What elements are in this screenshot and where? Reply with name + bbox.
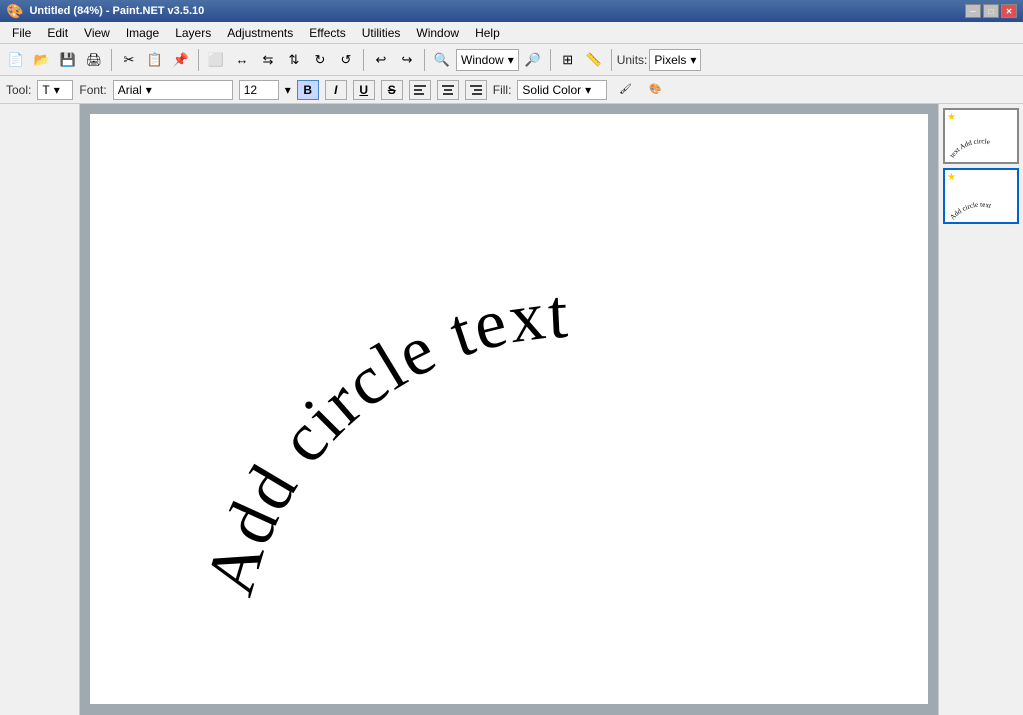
thumb1-star: ★ (947, 112, 956, 123)
flip-h-button[interactable]: ⇆ (256, 48, 280, 72)
title-bar: 🎨 Untitled (84%) - Paint.NET v3.5.10 ─ □… (0, 0, 1023, 22)
italic-button[interactable]: I (325, 80, 347, 100)
toolbar: 📄 📂 💾 🖨 ✂ 📋 📌 ⬜ ↔ ⇆ ⇅ ↻ ↺ ↩ ↪ 🔍 Window ▾… (0, 44, 1023, 76)
rotate-ccw-button[interactable]: ↺ (334, 48, 358, 72)
menu-edit[interactable]: Edit (39, 22, 76, 43)
title-bar-text: Untitled (84%) - Paint.NET v3.5.10 (29, 5, 204, 17)
circle-text-svg: Add circle text (90, 114, 928, 704)
title-bar-left: 🎨 Untitled (84%) - Paint.NET v3.5.10 (6, 3, 204, 20)
rotate-cw-button[interactable]: ↻ (308, 48, 332, 72)
sep6 (611, 49, 612, 71)
canvas[interactable]: Add circle text (90, 114, 928, 704)
minimize-button[interactable]: ─ (965, 4, 981, 18)
fill-value: Solid Color (522, 83, 581, 97)
sep4 (424, 49, 425, 71)
paste-button[interactable]: 📌 (169, 48, 193, 72)
left-panel (0, 104, 80, 715)
font-dropdown[interactable]: Arial ▾ (113, 80, 233, 100)
save-button[interactable]: 💾 (56, 48, 80, 72)
zoom-dropdown-arrow: ▾ (508, 53, 514, 67)
menu-layers[interactable]: Layers (167, 22, 219, 43)
open-button[interactable]: 📂 (30, 48, 54, 72)
blending-button[interactable]: 🖌 (613, 78, 637, 102)
crop-button[interactable]: ⬜ (204, 48, 228, 72)
close-button[interactable]: ✕ (1001, 4, 1017, 18)
toolopts-bar: Tool: T ▾ Font: Arial ▾ 12 ▾ B I U S Fil… (0, 76, 1023, 104)
right-panel: ★ text Add circle ★ Add circle text (938, 104, 1023, 715)
main-area: Add circle text ★ text Add circle ★ (0, 104, 1023, 715)
grid-button[interactable]: ⊞ (556, 48, 580, 72)
color-tool-button[interactable]: 🎨 (643, 78, 667, 102)
align-right-button[interactable] (465, 80, 487, 100)
menu-window[interactable]: Window (408, 22, 467, 43)
zoom-dropdown[interactable]: Window ▾ (456, 49, 519, 71)
fontsize-input[interactable]: 12 (239, 80, 279, 100)
bold-button[interactable]: B (297, 80, 319, 100)
menu-bar: File Edit View Image Layers Adjustments … (0, 22, 1023, 44)
menu-view[interactable]: View (76, 22, 118, 43)
new-button[interactable]: 📄 (4, 48, 28, 72)
tool-arrow: ▾ (54, 83, 60, 97)
fill-arrow: ▾ (585, 83, 591, 97)
menu-effects[interactable]: Effects (301, 22, 353, 43)
menu-utilities[interactable]: Utilities (354, 22, 409, 43)
tool-dropdown[interactable]: T ▾ (37, 80, 73, 100)
restore-button[interactable]: □ (983, 4, 999, 18)
copy-button[interactable]: 📋 (143, 48, 167, 72)
units-arrow: ▾ (690, 53, 696, 67)
rulers-button[interactable]: 📏 (582, 48, 606, 72)
print-button[interactable]: 🖨 (82, 48, 106, 72)
sep1 (111, 49, 112, 71)
tool-value: T (42, 83, 49, 97)
flip-v-button[interactable]: ⇅ (282, 48, 306, 72)
menu-image[interactable]: Image (118, 22, 167, 43)
align-center-button[interactable] (437, 80, 459, 100)
redo-button[interactable]: ↪ (395, 48, 419, 72)
thumbnail-1[interactable]: ★ text Add circle (943, 108, 1019, 164)
app-icon: 🎨 (6, 3, 23, 20)
sep2 (198, 49, 199, 71)
menu-help[interactable]: Help (467, 22, 508, 43)
font-arrow: ▾ (146, 83, 152, 97)
zoom-value: Window (461, 53, 504, 67)
units-value: Pixels (654, 53, 686, 67)
fill-label: Fill: (493, 83, 512, 97)
fill-dropdown[interactable]: Solid Color ▾ (517, 80, 607, 100)
underline-button[interactable]: U (353, 80, 375, 100)
tool-label: Tool: (6, 83, 31, 97)
title-bar-controls[interactable]: ─ □ ✕ (965, 4, 1017, 18)
undo-button[interactable]: ↩ (369, 48, 393, 72)
units-label: Units: (617, 53, 648, 67)
strikethrough-button[interactable]: S (381, 80, 403, 100)
canvas-area[interactable]: Add circle text (80, 104, 938, 715)
menu-adjustments[interactable]: Adjustments (219, 22, 301, 43)
fontsize-value: 12 (244, 83, 257, 97)
zoom-out-button[interactable]: 🔍 (430, 48, 454, 72)
units-dropdown[interactable]: Pixels ▾ (649, 49, 701, 71)
font-value: Arial (118, 83, 142, 97)
font-label: Font: (79, 83, 106, 97)
zoom-in-button[interactable]: 🔎 (521, 48, 545, 72)
svg-text:Add circle text: Add circle text (190, 275, 571, 603)
fontsize-arrow: ▾ (285, 83, 291, 97)
sep3 (363, 49, 364, 71)
menu-file[interactable]: File (4, 22, 39, 43)
resize-button[interactable]: ↔ (230, 48, 254, 72)
thumb2-star: ★ (947, 172, 956, 183)
sep5 (550, 49, 551, 71)
align-left-button[interactable] (409, 80, 431, 100)
thumbnail-2[interactable]: ★ Add circle text (943, 168, 1019, 224)
cut-button[interactable]: ✂ (117, 48, 141, 72)
